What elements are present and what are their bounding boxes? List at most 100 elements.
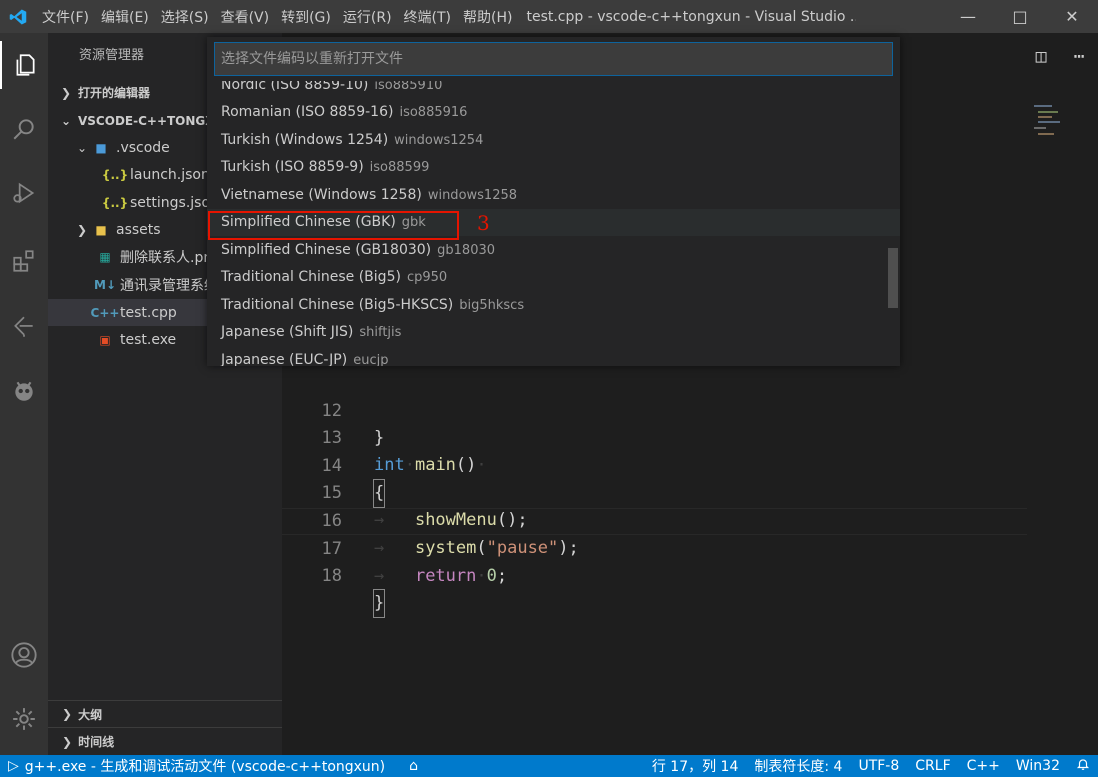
more-actions-icon[interactable]: ⋯ [1060, 33, 1098, 79]
encoding-item-turkish-1254[interactable]: Turkish (Windows 1254) windows1254 [207, 127, 900, 154]
encoding-desc: gb18030 [437, 243, 496, 258]
number-token: 0 [486, 566, 497, 586]
encoding-desc: iso88599 [369, 160, 430, 175]
encoding-label: Simplified Chinese (GB18030) [221, 242, 432, 258]
annotation-highlight-box [208, 211, 459, 240]
encoding-item-big5hkscs[interactable]: Traditional Chinese (Big5-HKSCS) big5hksc… [207, 292, 900, 319]
encoding-item-big5[interactable]: Traditional Chinese (Big5) cp950 [207, 264, 900, 291]
json-icon: {..} [101, 195, 129, 210]
exe-icon: ▣ [99, 332, 111, 347]
encoding-item-turkish-8859[interactable]: Turkish (ISO 8859-9) iso88599 [207, 154, 900, 181]
editor-scrollbar[interactable] [1084, 79, 1098, 755]
menu-file[interactable]: 文件(F) [36, 7, 95, 27]
split-editor-icon[interactable]: ◫ [1022, 33, 1060, 79]
encoding-desc: shiftjis [359, 325, 402, 340]
json-icon: {..} [101, 167, 129, 182]
search-icon[interactable] [0, 105, 48, 153]
timeline-label: 时间线 [78, 735, 115, 749]
home-icon[interactable]: ⌂ [401, 758, 426, 774]
platformio-icon[interactable] [0, 367, 48, 415]
minimize-icon[interactable]: — [942, 0, 994, 33]
vscode-folder-icon: ■ [95, 140, 107, 155]
bell-icon[interactable] [1068, 757, 1098, 775]
tab-size[interactable]: 制表符长度: 4 [746, 756, 850, 776]
menu-go[interactable]: 转到(G) [275, 7, 337, 27]
run-debug-icon[interactable] [0, 169, 48, 217]
status-bar-right: 行 17，列 14 制表符长度: 4 UTF-8 CRLF C++ Win32 [644, 755, 1098, 777]
platform[interactable]: Win32 [1008, 758, 1068, 774]
extensions-icon[interactable] [0, 237, 48, 285]
code-line: 15 → showMenu(); [282, 453, 1027, 530]
encoding-desc: iso885910 [374, 81, 443, 93]
run-config-item[interactable]: ▷ g++.exe - 生成和调试活动文件 (vscode-c++tongxun… [0, 756, 393, 776]
encoding-desc: big5hkscs [459, 298, 525, 313]
tree-item-label: 删除联系人.png [120, 249, 222, 266]
explorer-icon[interactable] [0, 41, 48, 89]
run-config-label: g++.exe - 生成和调试活动文件 (vscode-c++tongxun) [24, 759, 386, 775]
menu-terminal[interactable]: 终端(T) [398, 7, 457, 27]
cpp-icon: C++ [90, 305, 120, 320]
code-line: 13 int·main()· [282, 398, 1027, 475]
menu-bar: 文件(F) 编辑(E) 选择(S) 查看(V) 转到(G) 运行(R) 终端(T… [36, 7, 518, 27]
encoding-item-romanian[interactable]: Romanian (ISO 8859-16) iso885916 [207, 99, 900, 126]
vscode-logo-icon [0, 0, 36, 33]
file-encoding[interactable]: UTF-8 [850, 758, 907, 774]
menu-selection[interactable]: 选择(S) [155, 7, 215, 27]
chevron-down-icon: ⌄ [76, 140, 88, 155]
image-icon: ▦ [99, 249, 111, 264]
encoding-item-vietnamese[interactable]: Vietnamese (Windows 1258) windows1258 [207, 182, 900, 209]
gear-icon[interactable] [0, 695, 48, 743]
title-bar: 文件(F) 编辑(E) 选择(S) 查看(V) 转到(G) 运行(R) 终端(T… [0, 0, 1098, 33]
maximize-icon[interactable]: □ [994, 0, 1046, 33]
chevron-right-icon: ❯ [62, 707, 73, 721]
chevron-down-icon: ⌄ [60, 113, 72, 128]
encoding-label: Turkish (ISO 8859-9) [221, 159, 364, 175]
chevron-right-icon: ❯ [62, 734, 73, 749]
code-text: } [372, 589, 386, 618]
code-line: 16 → system("pause"); [282, 481, 1027, 558]
code-line: 12 } [282, 371, 1027, 448]
menu-run[interactable]: 运行(R) [337, 7, 398, 27]
menu-view[interactable]: 查看(V) [215, 7, 276, 27]
language-mode[interactable]: C++ [959, 758, 1008, 774]
account-icon[interactable] [0, 631, 48, 679]
outline-section[interactable]: ❯ 大纲 [48, 700, 282, 727]
encoding-search-input[interactable] [214, 42, 893, 76]
encoding-label: Traditional Chinese (Big5) [221, 269, 401, 285]
window-title: test.cpp - vscode-c++tongxun - Visual St… [526, 8, 857, 25]
encoding-item-eucjp[interactable]: Japanese (EUC-JP) eucjp [207, 347, 900, 366]
outline-label: 大纲 [78, 707, 103, 722]
code-line: 14 { [282, 426, 1027, 508]
close-icon[interactable]: ✕ [1046, 0, 1098, 33]
cursor-position[interactable]: 行 17，列 14 [644, 756, 747, 776]
minimap[interactable] [1034, 103, 1064, 143]
encoding-item-nordic[interactable]: Nordic (ISO 8859-10) iso885910 [207, 81, 900, 99]
remote-explorer-icon[interactable] [0, 303, 48, 351]
workspace-label: VSCODE-C++TONGX... [78, 113, 229, 128]
code-text: ; [496, 566, 508, 586]
encoding-label: Nordic (ISO 8859-10) [221, 81, 369, 93]
menu-edit[interactable]: 编辑(E) [95, 7, 155, 27]
encoding-label: Japanese (Shift JIS) [221, 324, 354, 340]
play-icon: ▷ [8, 758, 19, 774]
code-line-current: 17 → return·0; [282, 508, 1027, 586]
encoding-item-shiftjis[interactable]: Japanese (Shift JIS) shiftjis [207, 319, 900, 346]
tree-item-label: test.exe [120, 331, 177, 348]
line-number: 18 [321, 566, 342, 586]
encoding-quick-pick: Nordic (ISO 8859-10) iso885910 Romanian (… [207, 37, 900, 366]
timeline-section[interactable]: ❯ 时间线 [48, 727, 282, 755]
status-bar: ▷ g++.exe - 生成和调试活动文件 (vscode-c++tongxun… [0, 755, 1098, 777]
window-controls: — □ ✕ [942, 0, 1098, 33]
encoding-desc: windows1258 [427, 188, 518, 203]
menu-help[interactable]: 帮助(H) [457, 7, 518, 27]
chevron-right-icon: ❯ [60, 85, 72, 100]
end-of-line[interactable]: CRLF [907, 758, 958, 774]
tree-item-label: .vscode [116, 139, 170, 156]
editor-actions: ◫ ⋯ [1022, 33, 1098, 79]
encoding-desc: iso885916 [399, 105, 468, 120]
activity-bar [0, 33, 48, 755]
encoding-list-scrollbar[interactable] [888, 248, 898, 308]
encoding-item-gb18030[interactable]: Simplified Chinese (GB18030) gb18030 [207, 237, 900, 264]
keyword-token: return [414, 566, 477, 586]
encoding-label: Turkish (Windows 1254) [221, 132, 389, 148]
